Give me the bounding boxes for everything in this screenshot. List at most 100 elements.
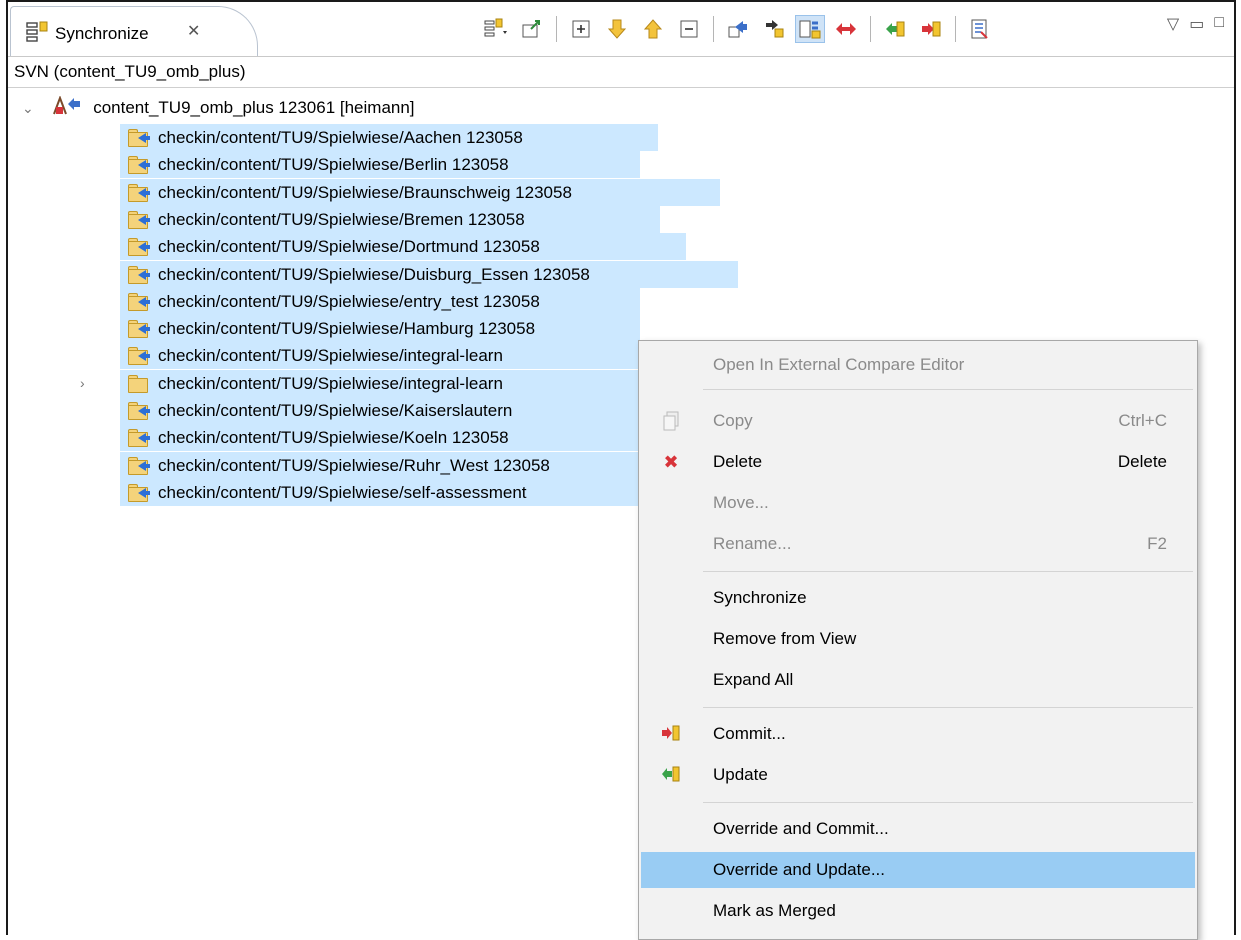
tree-item-row[interactable]: checkin/content/TU9/Spielwiese/entry_tes…	[120, 287, 640, 315]
tree-item-label: checkin/content/TU9/Spielwiese/Koeln 123…	[158, 428, 509, 448]
tree-item-row[interactable]: checkin/content/TU9/Spielwiese/Dortmund …	[120, 233, 686, 261]
expand-all-icon	[572, 20, 590, 38]
menu-item-update[interactable]: Update	[641, 757, 1195, 793]
incoming-mode-icon	[728, 21, 747, 38]
tree-item-row[interactable]: checkin/content/TU9/Spielwiese/self-asse…	[120, 478, 640, 506]
tree-item-row[interactable]: checkin/content/TU9/Spielwiese/Kaisersla…	[120, 397, 640, 424]
arrow-down-icon	[607, 19, 627, 39]
toolbar-separator	[556, 16, 557, 42]
tree-item-row[interactable]: checkin/content/TU9/Spielwiese/Koeln 123…	[120, 424, 640, 452]
tree-item-label: checkin/content/TU9/Spielwiese/Hamburg 1…	[158, 319, 536, 339]
maximize-icon[interactable]: □	[1214, 14, 1224, 34]
context-menu: Open In External Compare Editor Copy Ctr…	[638, 340, 1198, 940]
outgoing-mode-button[interactable]	[759, 15, 789, 43]
synchronize-dropdown-button[interactable]	[481, 15, 511, 43]
menu-item-override-commit[interactable]: Override and Commit...	[641, 811, 1195, 847]
tree-item-label: checkin/content/TU9/Spielwiese/Berlin 12…	[158, 155, 509, 175]
tree-item-label: checkin/content/TU9/Spielwiese/self-asse…	[158, 482, 527, 502]
breadcrumb: SVN (content_TU9_omb_plus)	[8, 58, 1234, 88]
menu-item-remove-from-view[interactable]: Remove from View	[641, 621, 1195, 657]
history-icon	[971, 19, 988, 39]
collapse-all-icon	[680, 20, 698, 38]
tree-item-label: checkin/content/TU9/Spielwiese/Aachen 12…	[158, 128, 523, 147]
incoming-folder-icon	[128, 183, 150, 202]
view-toolbar	[478, 14, 998, 44]
chevron-down-icon[interactable]: ⌄	[22, 100, 34, 116]
incoming-folder-icon	[128, 401, 150, 420]
incoming-folder-icon	[128, 155, 150, 175]
tree-item-row[interactable]: checkin/content/TU9/Spielwiese/Duisburg_…	[120, 260, 738, 288]
tree-item-label: checkin/content/TU9/Spielwiese/Kaisersla…	[158, 401, 513, 420]
menu-item-move[interactable]: Move...	[641, 485, 1195, 521]
tree-root-label: content_TU9_omb_plus 123061 [heimann]	[93, 98, 415, 117]
synchronize-icon	[484, 18, 507, 37]
menu-separator	[703, 389, 1193, 390]
tree-item-row[interactable]: checkin/content/TU9/Spielwiese/Aachen 12…	[120, 124, 658, 151]
commit-all-button[interactable]	[916, 15, 946, 43]
outgoing-mode-icon	[766, 20, 784, 38]
tree-item-row[interactable]: checkin/content/TU9/Spielwiese/integral-…	[120, 342, 640, 370]
tree-item-row[interactable]: checkin/content/TU9/Spielwiese/Bremen 12…	[120, 205, 660, 233]
incoming-outgoing-mode-button[interactable]	[795, 15, 825, 43]
tree-item-label: checkin/content/TU9/Spielwiese/Braunschw…	[158, 182, 572, 202]
incoming-folder-icon	[128, 237, 150, 257]
tree-item-label: checkin/content/TU9/Spielwiese/Duisburg_…	[158, 264, 590, 284]
menu-item-synchronize[interactable]: Synchronize	[641, 580, 1195, 616]
close-icon[interactable]: ✕	[187, 21, 200, 41]
tab-label: Synchronize	[55, 24, 149, 43]
menu-item-open-external-compare[interactable]: Open In External Compare Editor	[641, 347, 1195, 383]
pin-button[interactable]	[517, 15, 547, 43]
conflicts-mode-button[interactable]	[831, 15, 861, 43]
toolbar-separator	[870, 16, 871, 42]
incoming-folder-icon	[128, 292, 150, 311]
update-all-button[interactable]	[880, 15, 910, 43]
conflicts-icon	[836, 23, 856, 35]
update-icon	[886, 21, 905, 37]
incoming-folder-icon	[128, 483, 150, 502]
menu-item-mark-merged[interactable]: Mark as Merged	[641, 893, 1195, 929]
arrow-up-icon	[643, 19, 663, 39]
project-conflict-icon	[53, 95, 81, 115]
tree-root-row[interactable]: ⌄ content_TU9_omb_plus 123061 [heimann]	[22, 94, 415, 121]
incoming-folder-icon	[128, 374, 150, 393]
synchronize-view: Synchronize ✕ ▽ ▭ □ SVN (content_TU9_omb…	[6, 0, 1236, 940]
chevron-right-icon[interactable]: ›	[80, 370, 85, 397]
menu-item-rename[interactable]: Rename... F2	[641, 526, 1195, 562]
tree-item-row[interactable]: checkin/content/TU9/Spielwiese/Ruhr_West…	[120, 451, 640, 479]
incoming-outgoing-mode-icon	[799, 20, 821, 39]
tree-item-row[interactable]: checkin/content/TU9/Spielwiese/Hamburg 1…	[120, 315, 640, 343]
incoming-folder-icon	[128, 265, 150, 284]
incoming-folder-icon	[128, 319, 150, 339]
toolbar-separator	[955, 16, 956, 42]
copy-icon	[661, 411, 681, 431]
menu-separator	[703, 571, 1193, 572]
incoming-folder-icon	[128, 346, 150, 366]
commit-icon	[661, 724, 681, 744]
menu-item-copy[interactable]: Copy Ctrl+C	[641, 403, 1195, 439]
show-comments-button[interactable]	[965, 15, 995, 43]
minimize-icon[interactable]: ▭	[1189, 14, 1204, 34]
incoming-folder-icon	[128, 128, 150, 147]
next-difference-button[interactable]	[602, 15, 632, 43]
tree-item-label: checkin/content/TU9/Spielwiese/Bremen 12…	[158, 209, 525, 229]
view-menu-icon[interactable]: ▽	[1167, 14, 1179, 34]
tree-item-label: checkin/content/TU9/Spielwiese/Dortmund …	[158, 237, 540, 257]
menu-item-override-update[interactable]: Override and Update...	[641, 852, 1195, 888]
menu-separator	[703, 707, 1193, 708]
tree-item-row[interactable]: checkin/content/TU9/Spielwiese/Berlin 12…	[120, 151, 640, 179]
tree-item-row[interactable]: › checkin/content/TU9/Spielwiese/integral…	[80, 369, 640, 397]
delete-icon: ✖	[663, 452, 679, 472]
previous-difference-button[interactable]	[638, 15, 668, 43]
update-icon	[661, 765, 681, 785]
collapse-all-button[interactable]	[674, 15, 704, 43]
tree-item-label: checkin/content/TU9/Spielwiese/Ruhr_West…	[158, 455, 550, 475]
menu-item-expand-all[interactable]: Expand All	[641, 662, 1195, 698]
expand-all-button[interactable]	[566, 15, 596, 43]
menu-item-delete[interactable]: ✖ Delete Delete	[641, 444, 1195, 480]
incoming-folder-icon	[128, 428, 150, 448]
tree-item-row[interactable]: checkin/content/TU9/Spielwiese/Braunschw…	[120, 178, 720, 206]
incoming-folder-icon	[128, 456, 150, 475]
menu-item-commit[interactable]: Commit...	[641, 716, 1195, 752]
tab-synchronize[interactable]: Synchronize ✕	[10, 6, 258, 56]
incoming-mode-button[interactable]	[723, 15, 753, 43]
